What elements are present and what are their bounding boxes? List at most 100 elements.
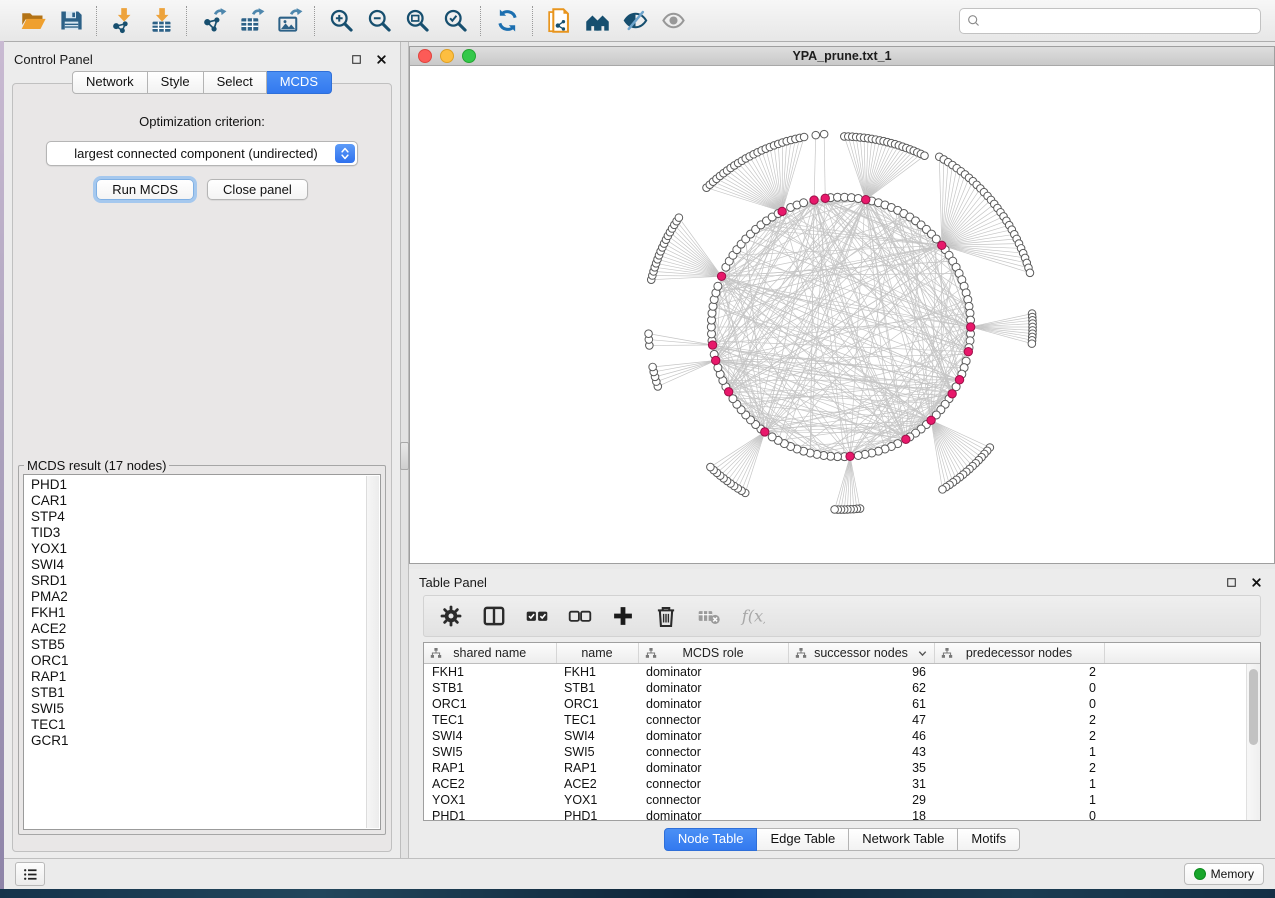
delete-column-icon[interactable] <box>651 601 681 631</box>
memory-button[interactable]: Memory <box>1184 863 1264 885</box>
cell-mcds-role[interactable]: dominator <box>638 680 788 696</box>
cell-shared-name[interactable]: FKH1 <box>424 664 556 681</box>
cell-predecessor-nodes[interactable]: 2 <box>934 728 1104 744</box>
tab-mcds[interactable]: MCDS <box>267 71 332 94</box>
mcds-result-item[interactable]: SWI4 <box>31 557 366 573</box>
splitter-handle[interactable] <box>400 442 409 470</box>
cell-name[interactable]: STB1 <box>556 680 638 696</box>
cell-shared-name[interactable]: SWI5 <box>424 744 556 760</box>
table-settings-icon[interactable] <box>436 601 466 631</box>
mcds-result-item[interactable]: TEC1 <box>31 717 366 733</box>
network-canvas[interactable] <box>410 66 1274 563</box>
network-graph[interactable] <box>410 66 1274 563</box>
cell-shared-name[interactable]: STB1 <box>424 680 556 696</box>
column-header-predecessor-nodes[interactable]: predecessor nodes <box>934 643 1104 664</box>
network-window-titlebar[interactable]: YPA_prune.txt_1 <box>410 47 1274 66</box>
column-header-name[interactable]: name <box>556 643 638 664</box>
zoom-selected-icon[interactable] <box>439 5 471 37</box>
cell-name[interactable]: TEC1 <box>556 712 638 728</box>
cell-shared-name[interactable]: YOX1 <box>424 792 556 808</box>
export-table-icon[interactable] <box>235 5 267 37</box>
search-box[interactable] <box>959 8 1261 34</box>
table-row[interactable]: STB1STB1dominator620 <box>424 680 1260 696</box>
cell-shared-name[interactable]: SWI4 <box>424 728 556 744</box>
cell-successor-nodes[interactable]: 61 <box>788 696 934 712</box>
optimization-criterion-select[interactable]: largest connected component (undirected) <box>46 141 358 166</box>
tab-edge-table[interactable]: Edge Table <box>757 828 849 851</box>
cell-shared-name[interactable]: ACE2 <box>424 776 556 792</box>
mcds-result-item[interactable]: TID3 <box>31 525 366 541</box>
cell-successor-nodes[interactable]: 47 <box>788 712 934 728</box>
cell-predecessor-nodes[interactable]: 2 <box>934 760 1104 776</box>
cell-predecessor-nodes[interactable]: 2 <box>934 712 1104 728</box>
cell-successor-nodes[interactable]: 62 <box>788 680 934 696</box>
mcds-result-item[interactable]: SWI5 <box>31 701 366 717</box>
vertical-splitter[interactable] <box>400 42 409 858</box>
first-neighbors-icon[interactable] <box>581 5 613 37</box>
mcds-result-item[interactable]: PMA2 <box>31 589 366 605</box>
close-window-icon[interactable] <box>418 49 432 63</box>
cell-name[interactable]: SWI5 <box>556 744 638 760</box>
table-row[interactable]: RAP1RAP1dominator352 <box>424 760 1260 776</box>
cell-mcds-role[interactable]: connector <box>638 776 788 792</box>
cell-name[interactable]: PHD1 <box>556 808 638 821</box>
cell-mcds-role[interactable]: connector <box>638 712 788 728</box>
table-scrollbar-thumb[interactable] <box>1249 669 1258 745</box>
mcds-result-item[interactable]: PHD1 <box>31 477 366 493</box>
cell-mcds-role[interactable]: dominator <box>638 760 788 776</box>
cell-name[interactable]: YOX1 <box>556 792 638 808</box>
network-nodes[interactable] <box>645 130 1037 513</box>
table-row[interactable]: PHD1PHD1dominator180 <box>424 808 1260 821</box>
table-row[interactable]: FKH1FKH1dominator962 <box>424 664 1260 681</box>
cell-shared-name[interactable]: ORC1 <box>424 696 556 712</box>
maximize-window-icon[interactable] <box>462 49 476 63</box>
cell-shared-name[interactable]: TEC1 <box>424 712 556 728</box>
table-row[interactable]: ACE2ACE2connector311 <box>424 776 1260 792</box>
mcds-result-item[interactable]: YOX1 <box>31 541 366 557</box>
cell-mcds-role[interactable]: dominator <box>638 696 788 712</box>
zoom-out-icon[interactable] <box>363 5 395 37</box>
select-all-icon[interactable] <box>522 601 552 631</box>
mcds-result-item[interactable]: STB1 <box>31 685 366 701</box>
mcds-result-item[interactable]: GCR1 <box>31 733 366 749</box>
zoom-in-icon[interactable] <box>325 5 357 37</box>
import-table-icon[interactable] <box>145 5 177 37</box>
network-file-icon[interactable] <box>543 5 575 37</box>
cell-successor-nodes[interactable]: 96 <box>788 664 934 681</box>
tab-style[interactable]: Style <box>148 71 204 94</box>
mcds-result-item[interactable]: FKH1 <box>31 605 366 621</box>
cell-shared-name[interactable]: PHD1 <box>424 808 556 821</box>
table-row[interactable]: TEC1TEC1connector472 <box>424 712 1260 728</box>
mcds-result-item[interactable]: CAR1 <box>31 493 366 509</box>
zoom-fit-icon[interactable] <box>401 5 433 37</box>
hide-graphics-details-icon[interactable] <box>619 5 651 37</box>
table-row[interactable]: ORC1ORC1dominator610 <box>424 696 1260 712</box>
cell-successor-nodes[interactable]: 46 <box>788 728 934 744</box>
cell-shared-name[interactable]: RAP1 <box>424 760 556 776</box>
cell-name[interactable]: ACE2 <box>556 776 638 792</box>
split-panel-icon[interactable] <box>479 601 509 631</box>
cell-name[interactable]: RAP1 <box>556 760 638 776</box>
import-network-icon[interactable] <box>107 5 139 37</box>
tab-node-table[interactable]: Node Table <box>664 828 758 851</box>
cell-predecessor-nodes[interactable]: 1 <box>934 776 1104 792</box>
apply-layout-icon[interactable] <box>491 5 523 37</box>
table-row[interactable]: SWI5SWI5connector431 <box>424 744 1260 760</box>
cell-predecessor-nodes[interactable]: 1 <box>934 744 1104 760</box>
cell-name[interactable]: SWI4 <box>556 728 638 744</box>
table-scrollbar[interactable] <box>1246 664 1260 820</box>
cell-successor-nodes[interactable]: 29 <box>788 792 934 808</box>
deselect-all-icon[interactable] <box>565 601 595 631</box>
save-session-icon[interactable] <box>55 5 87 37</box>
column-header-successor-nodes[interactable]: successor nodes <box>788 643 934 664</box>
mcds-result-list[interactable]: PHD1CAR1STP4TID3YOX1SWI4SRD1PMA2FKH1ACE2… <box>23 474 381 830</box>
add-column-icon[interactable] <box>608 601 638 631</box>
cell-predecessor-nodes[interactable]: 1 <box>934 792 1104 808</box>
mcds-result-item[interactable]: RAP1 <box>31 669 366 685</box>
cell-mcds-role[interactable]: dominator <box>638 664 788 681</box>
cell-successor-nodes[interactable]: 31 <box>788 776 934 792</box>
float-panel-icon[interactable] <box>350 53 363 66</box>
cell-name[interactable]: FKH1 <box>556 664 638 681</box>
tab-select[interactable]: Select <box>204 71 267 94</box>
cell-mcds-role[interactable]: dominator <box>638 728 788 744</box>
